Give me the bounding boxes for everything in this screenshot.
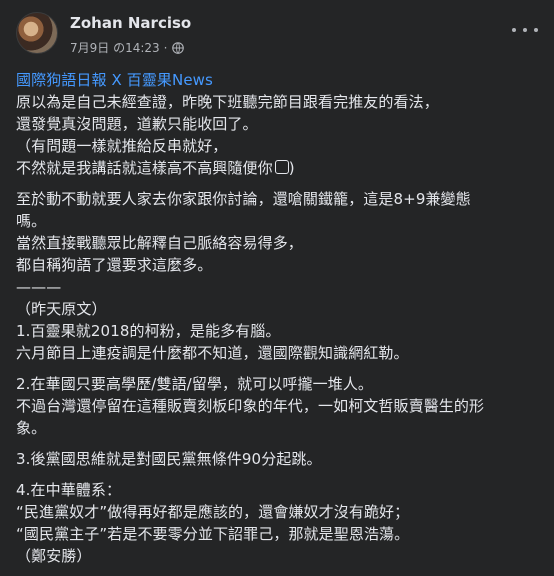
post-line: 3.後黨國思維就是對國民黨無條件90分起跳。 — [16, 450, 322, 468]
post-line: 不然就是我講話就這樣高不高興隨便你) — [16, 157, 539, 179]
post-meta: 7月9日 の14:23 · — [70, 39, 184, 56]
post-line: 還發覺真沒問題，道歉只能收回了。 — [16, 115, 258, 133]
author-name[interactable]: Zohan Narciso — [70, 14, 191, 32]
post-headline-link[interactable]: 國際狗語日報 X 百靈果News — [16, 69, 539, 91]
more-dot — [534, 28, 538, 32]
post-header: Zohan Narciso 7月9日 の14:23 · — [16, 12, 538, 60]
post-timestamp[interactable]: 7月9日 の14:23 — [70, 39, 160, 56]
post-line: 象。 — [16, 419, 47, 437]
post-line: （鄭安勝） — [16, 547, 92, 565]
post-line: 都自稱狗語了還要求這麼多。 — [16, 256, 213, 274]
post-line: “民進黨奴才”做得再好都是應該的，還會嫌奴才沒有跪好； — [16, 503, 410, 521]
meta-separator: · — [163, 40, 168, 55]
post-line: 嗎。 — [16, 212, 47, 230]
post-line: 六月節目上連疫調是什麼都不知道，還國際觀知識網紅勒。 — [16, 344, 409, 362]
author-avatar[interactable] — [16, 12, 58, 54]
facebook-post: Zohan Narciso 7月9日 の14:23 · 國際狗語日報 X 百靈果… — [0, 0, 554, 576]
post-line: （有問題一樣就推給反串就好， — [16, 137, 228, 155]
face-emoji-icon — [274, 160, 289, 174]
post-line: 至於動不動就要人家去你家跟你討論，還嗆關鐵籠，這是8+9兼變態 — [16, 190, 471, 208]
post-line: “國民黨主子”若是不要零分並下詔罪己，那就是聖恩浩蕩。 — [16, 525, 410, 543]
post-line: 當然直接戰聽眾比解釋自己脈絡容易得多， — [16, 234, 303, 252]
post-line: 1.百靈果就2018的柯粉，是能多有腦。 — [16, 322, 281, 340]
section-divider: ——— — [16, 278, 62, 296]
post-line: （昨天原文） — [16, 300, 107, 318]
more-dot — [523, 28, 527, 32]
post-line-text: 不然就是我講話就這樣高不高興隨便你 — [16, 159, 273, 177]
more-options-button[interactable] — [512, 20, 538, 40]
post-line: 4.在中華體系： — [16, 481, 122, 499]
more-dot — [512, 28, 516, 32]
closing-paren: ) — [288, 159, 295, 177]
post-line: 原以為是自己未經查證，昨晚下班聽完節目跟看完推友的看法， — [16, 93, 439, 111]
post-line: 不過台灣還停留在這種販賣刻板印象的年代，一如柯文哲販賣醫生的形 — [16, 397, 485, 415]
globe-icon[interactable] — [171, 41, 184, 54]
post-content: 國際狗語日報 X 百靈果News 原以為是自己未經查證，昨晚下班聽完節目跟看完推… — [16, 69, 539, 567]
post-line: 2.在華國只要高學歷/雙語/留學，就可以呼攏一堆人。 — [16, 375, 374, 393]
